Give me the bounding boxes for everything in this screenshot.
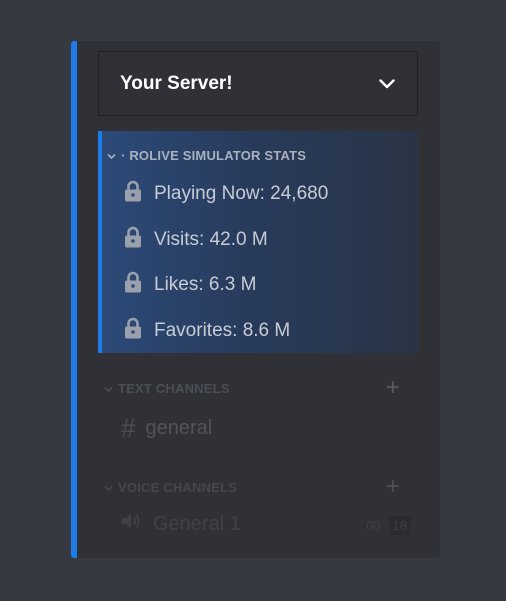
add-channel-icon[interactable]: + [386, 475, 400, 499]
server-header[interactable]: Your Server! [98, 51, 418, 116]
voice-channels-label: VOICE CHANNELS [118, 479, 238, 495]
voice-channels-category[interactable]: VOICE CHANNELS + [104, 475, 400, 499]
time-badge-minutes: 00 [366, 518, 381, 533]
lock-icon [124, 226, 142, 254]
server-name: Your Server! [120, 72, 233, 94]
stat-label: Favorites: 8.6 M [154, 320, 291, 341]
text-channels-category[interactable]: TEXT CHANNELS + [104, 376, 400, 400]
stat-label: Playing Now: 24,680 [154, 183, 329, 204]
collapse-chevron-icon [104, 480, 113, 495]
channel-general[interactable]: # general [121, 413, 212, 444]
speaker-icon [121, 512, 143, 536]
collapse-chevron-icon [107, 148, 116, 163]
voice-channel-general-1[interactable]: General 1 00 18 [121, 512, 411, 536]
stat-label: Likes: 6.3 M [154, 274, 257, 295]
stats-category-header[interactable]: · ROLIVE SIMULATOR STATS [107, 148, 306, 163]
channel-sidebar: Your Server! · ROLIVE SIMULATOR STATS Pl… [71, 41, 440, 558]
add-channel-icon[interactable]: + [386, 376, 400, 400]
hash-icon: # [121, 413, 136, 443]
collapse-chevron-icon [104, 381, 113, 396]
stat-channel-favorites[interactable]: Favorites: 8.6 M [124, 317, 290, 345]
channel-label: general [145, 417, 213, 439]
stat-label: Visits: 42.0 M [154, 229, 268, 250]
lock-icon [124, 180, 142, 208]
voice-time: 00 18 [362, 516, 411, 535]
chevron-down-icon[interactable] [379, 78, 395, 89]
time-badge-seconds: 18 [388, 516, 411, 535]
stat-channel-likes[interactable]: Likes: 6.3 M [124, 271, 256, 299]
stats-category: · ROLIVE SIMULATOR STATS Playing Now: 24… [98, 131, 418, 353]
text-channels-label: TEXT CHANNELS [118, 380, 230, 396]
voice-channel-label: General 1 [153, 512, 241, 535]
lock-icon [124, 317, 142, 345]
highlight-bar [71, 41, 77, 558]
stat-channel-visits[interactable]: Visits: 42.0 M [124, 226, 268, 254]
stat-channel-playing-now[interactable]: Playing Now: 24,680 [124, 180, 328, 208]
lock-icon [124, 271, 142, 299]
stats-category-label: · ROLIVE SIMULATOR STATS [121, 148, 307, 163]
